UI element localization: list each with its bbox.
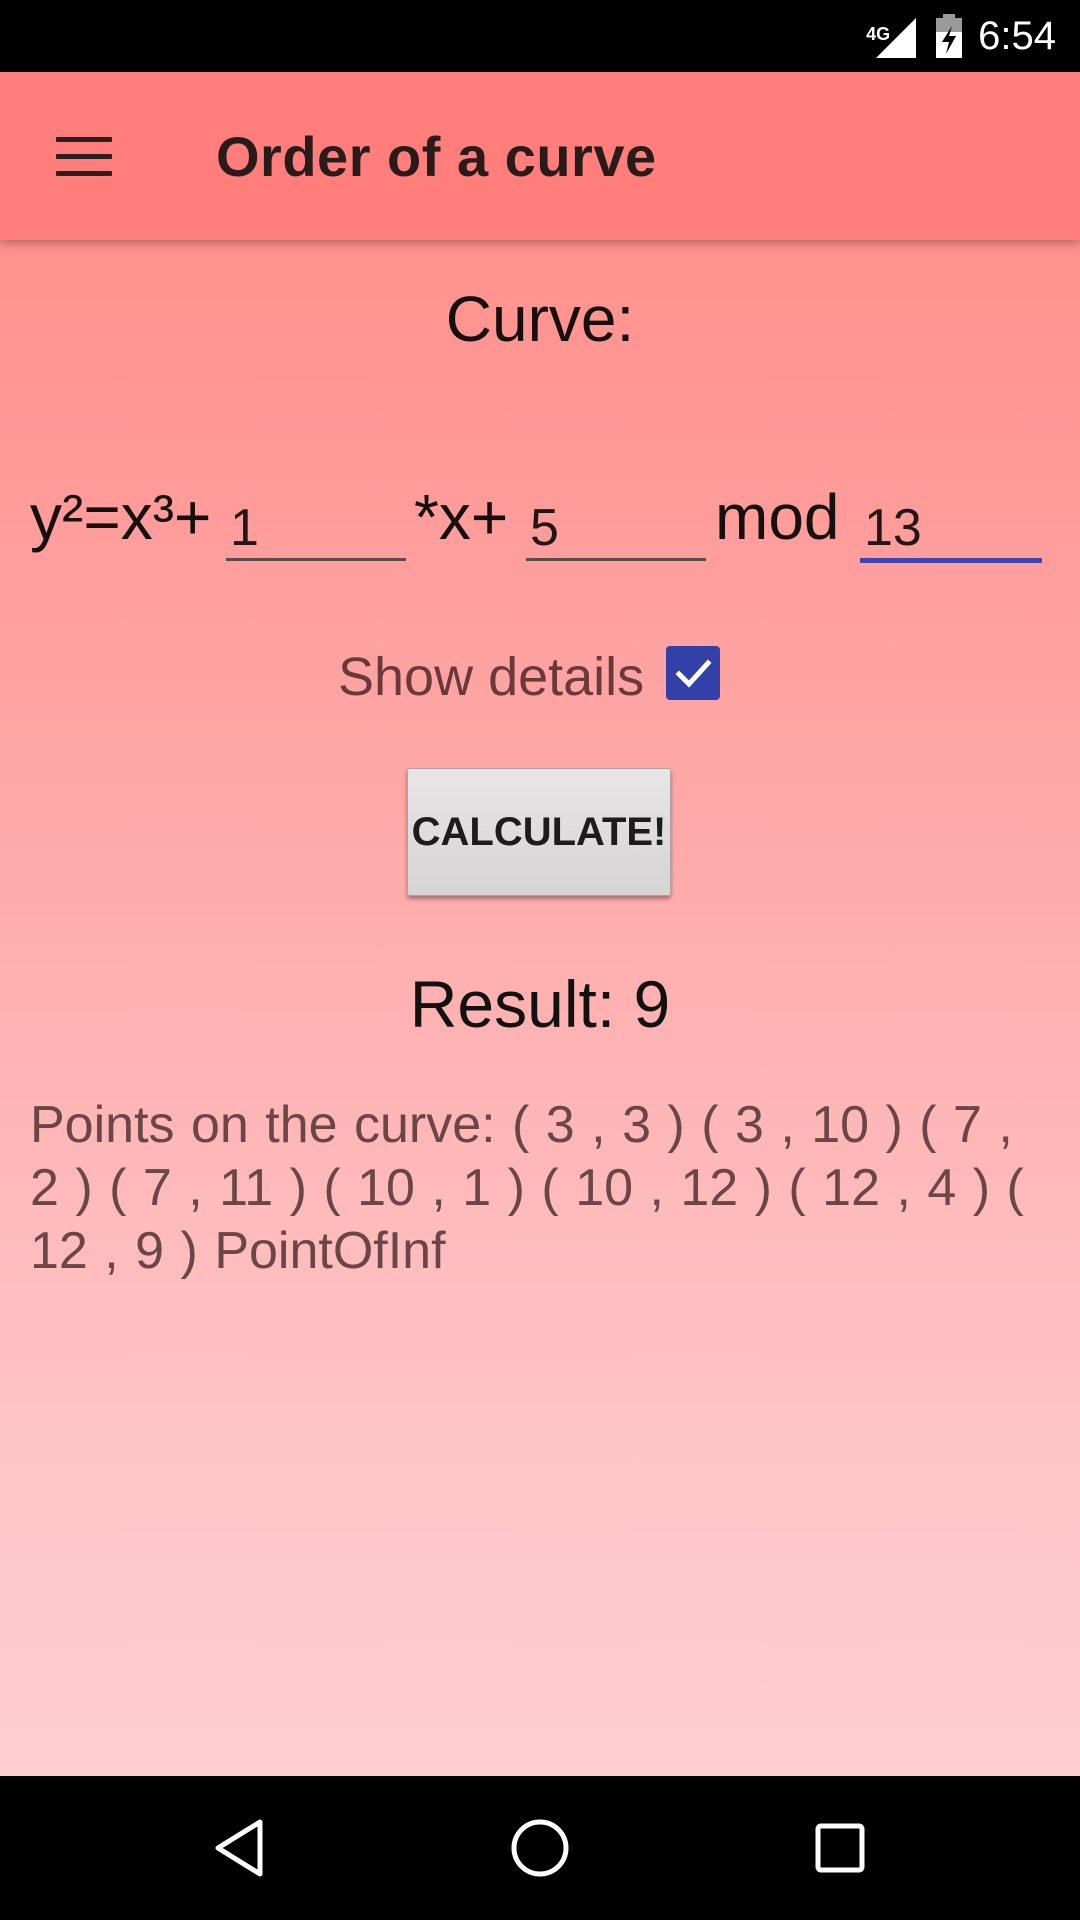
app-content: Order of a curve Curve: y²=x³+ *x+ mod S… xyxy=(0,72,1080,1776)
x-term-label: *x+ xyxy=(414,481,509,553)
show-details-label: Show details xyxy=(338,647,645,707)
calculate-button[interactable]: CALCULATE! xyxy=(407,768,671,896)
navigation-bar xyxy=(0,1776,1080,1920)
network-type-label: 4G xyxy=(866,24,891,44)
toolbar: Order of a curve xyxy=(0,72,1080,240)
equation-row: y²=x³+ *x+ mod xyxy=(0,402,1080,563)
curve-label: Curve: xyxy=(445,283,635,355)
result-text: Result: 9 xyxy=(409,967,671,1041)
recents-icon[interactable] xyxy=(795,1806,885,1890)
status-bar: 4G 6:54 xyxy=(0,0,1080,72)
checkmark-icon xyxy=(675,659,712,688)
modulus-input[interactable] xyxy=(860,498,1042,563)
menu-bar-line xyxy=(56,136,112,142)
mod-label: mod xyxy=(715,481,840,553)
equation-prefix: y²=x³+ xyxy=(30,481,212,553)
home-icon[interactable] xyxy=(495,1806,585,1890)
back-icon[interactable] xyxy=(195,1806,285,1890)
show-details-checkbox[interactable] xyxy=(666,646,720,700)
status-icons: 4G 6:54 xyxy=(866,0,1056,72)
hamburger-menu-icon[interactable] xyxy=(36,116,132,196)
page-title: Order of a curve xyxy=(216,125,657,188)
signal-icon: 4G xyxy=(866,12,920,60)
battery-charging-icon xyxy=(934,12,964,60)
show-details-row: Show details xyxy=(0,640,1080,710)
points-list: Points on the curve: ( 3 , 3 ) ( 3 , 10 … xyxy=(30,1096,1024,1280)
coefficient-b-input[interactable] xyxy=(526,498,706,561)
clock: 6:54 xyxy=(978,13,1056,58)
menu-bar-line xyxy=(56,153,112,159)
menu-bar-line xyxy=(56,170,112,176)
coefficient-a-input[interactable] xyxy=(226,498,406,561)
